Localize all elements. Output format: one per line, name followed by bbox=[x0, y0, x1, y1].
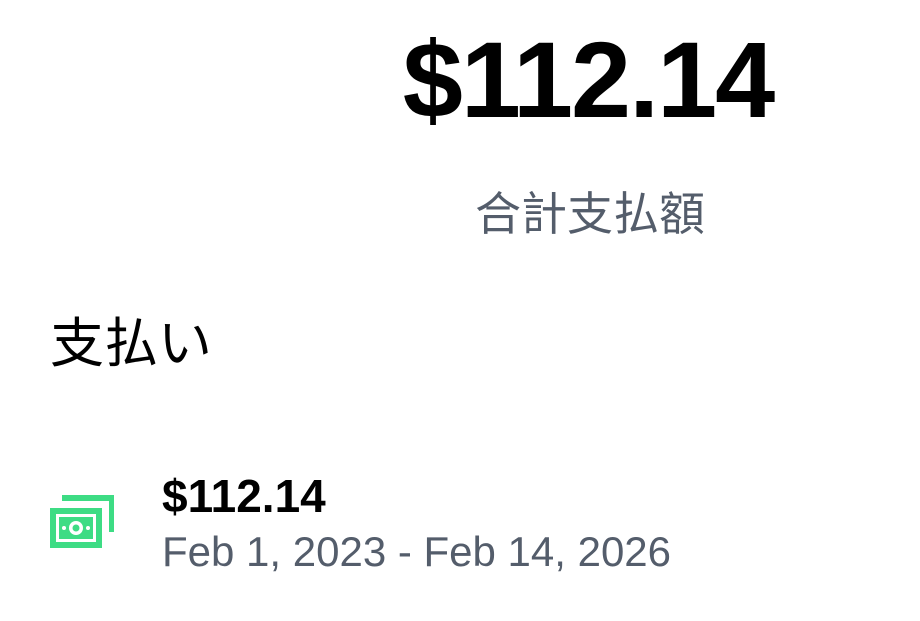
total-amount: $112.14 bbox=[402, 19, 775, 140]
payment-summary-screen: $112.14 合計支払額 支払い $112.14 Feb 1, 2023 - … bbox=[0, 0, 920, 621]
payments-section-title: 支払い bbox=[50, 312, 212, 375]
total-label: 合計支払額 bbox=[475, 187, 705, 241]
payment-list-item[interactable]: $112.14 Feb 1, 2023 - Feb 14, 2026 bbox=[0, 462, 920, 592]
payment-amount: $112.14 bbox=[162, 470, 326, 522]
cash-icon bbox=[50, 494, 115, 550]
payment-date-range: Feb 1, 2023 - Feb 14, 2026 bbox=[162, 528, 672, 575]
